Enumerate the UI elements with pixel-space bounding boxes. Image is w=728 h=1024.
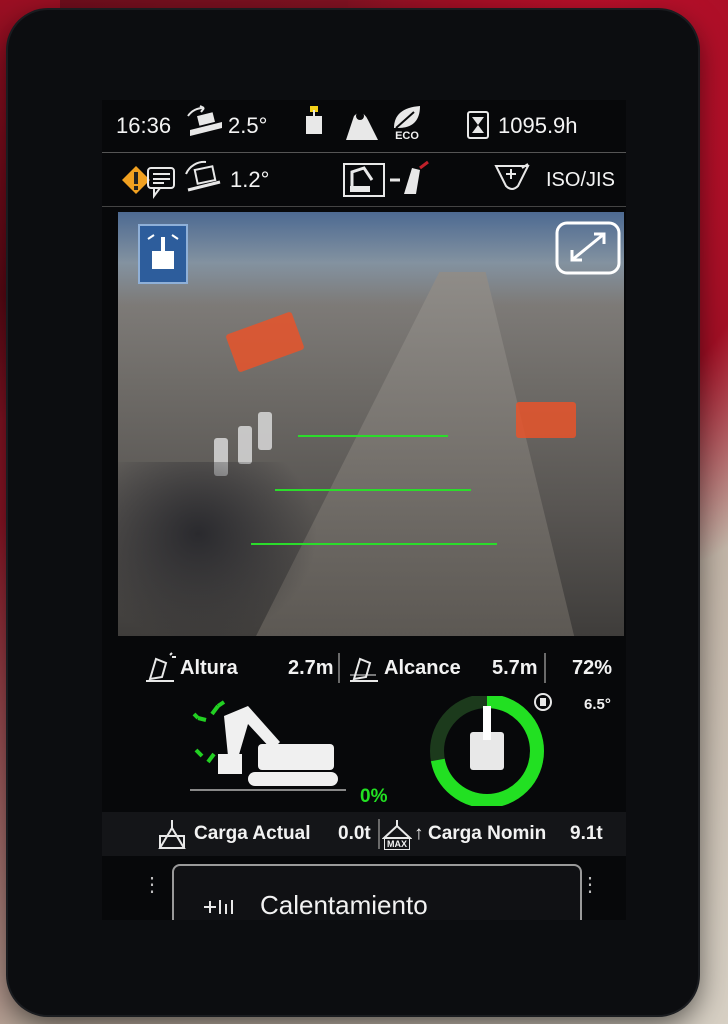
height-icon <box>142 651 178 685</box>
up-arrow-icon: ↑ <box>414 823 424 844</box>
pattern-change-icon[interactable] <box>492 162 532 198</box>
max-load-icon: MAX <box>382 818 412 850</box>
tilt-front-value: 2.5° <box>228 113 268 138</box>
expand-camera-button[interactable] <box>554 220 622 276</box>
clock: 16:36 <box>116 113 172 138</box>
camera-orange-barrier <box>225 311 305 373</box>
load-actual-value: 0.0t <box>338 823 371 844</box>
reach-icon <box>346 651 382 685</box>
attachment-bucket-icon <box>340 106 382 146</box>
warmup-icon <box>200 896 240 918</box>
status-bar: 16:36 2.5° ECO 1095.9h <box>102 100 626 153</box>
height-value: 2.7m <box>288 656 334 679</box>
load-nominal-label: Carga Nomin <box>428 823 547 844</box>
reach-label: Alcance <box>384 656 461 679</box>
monitor-screen: 16:36 2.5° ECO 1095.9h 1.2° ISO/JIS Altu… <box>102 100 626 920</box>
guide-line-near <box>251 543 497 545</box>
swing-percent: 0% <box>360 786 388 807</box>
camera-select-button[interactable] <box>138 224 188 284</box>
guide-line-far <box>298 435 448 437</box>
bucket-arm-icon <box>483 706 491 740</box>
bucket-angle-icon <box>532 692 554 712</box>
height-label: Altura <box>180 656 238 679</box>
machine-status-zone: 0% 6.5° <box>102 692 626 807</box>
measurement-bar: Altura 2.7m Alcance 5.7m 72% <box>102 648 626 688</box>
load-nominal-value: 9.1t <box>570 823 603 844</box>
bucket-tilt-indicator-icon <box>302 104 326 138</box>
load-actual-label: Carga Actual <box>194 823 311 844</box>
hour-meter-icon <box>466 110 490 140</box>
tilt-side-value: 1.2° <box>230 167 270 192</box>
pattern-label: ISO/JIS <box>546 168 615 191</box>
load-separator <box>378 819 380 849</box>
warning-message-icon[interactable] <box>120 162 178 200</box>
bucket-angle-value: 6.5° <box>584 696 611 713</box>
measure-separator <box>544 653 546 683</box>
reach-value: 5.7m <box>492 656 538 679</box>
camera-orange-barrier-right <box>516 402 576 438</box>
measure-separator <box>338 653 340 683</box>
excavator-swing-icon <box>188 696 348 794</box>
warmup-panel[interactable]: Calentamiento <box>172 864 582 920</box>
percent-value: 72% <box>572 656 613 679</box>
left-scroll-handle[interactable]: ⋮ <box>142 872 162 897</box>
eco-mode-icon: ECO <box>390 102 424 142</box>
warmup-label: Calentamiento <box>260 890 428 920</box>
bucket-angle-gauge <box>430 696 544 806</box>
machine-tilt-side-icon <box>182 160 228 200</box>
camera-traffic-post <box>238 426 252 464</box>
machine-tilt-front-icon <box>184 104 228 144</box>
load-bar: Carga Actual 0.0t MAX ↑ Carga Nomin 9.1t <box>102 812 626 856</box>
excavator-mode-icon[interactable] <box>342 160 432 200</box>
hour-meter-value: 1095.9h <box>498 113 578 138</box>
camera-traffic-post <box>258 412 272 450</box>
status-bar-secondary: 1.2° ISO/JIS <box>102 154 626 207</box>
rear-camera-view <box>118 212 624 636</box>
expand-icon <box>555 221 621 275</box>
eco-label: ECO <box>395 130 419 142</box>
max-badge: MAX <box>384 838 410 850</box>
guide-line-mid <box>275 489 471 491</box>
right-scroll-handle[interactable]: ⋮ <box>580 872 600 897</box>
bucket-camera-icon <box>147 234 179 269</box>
load-hook-icon <box>156 818 188 850</box>
